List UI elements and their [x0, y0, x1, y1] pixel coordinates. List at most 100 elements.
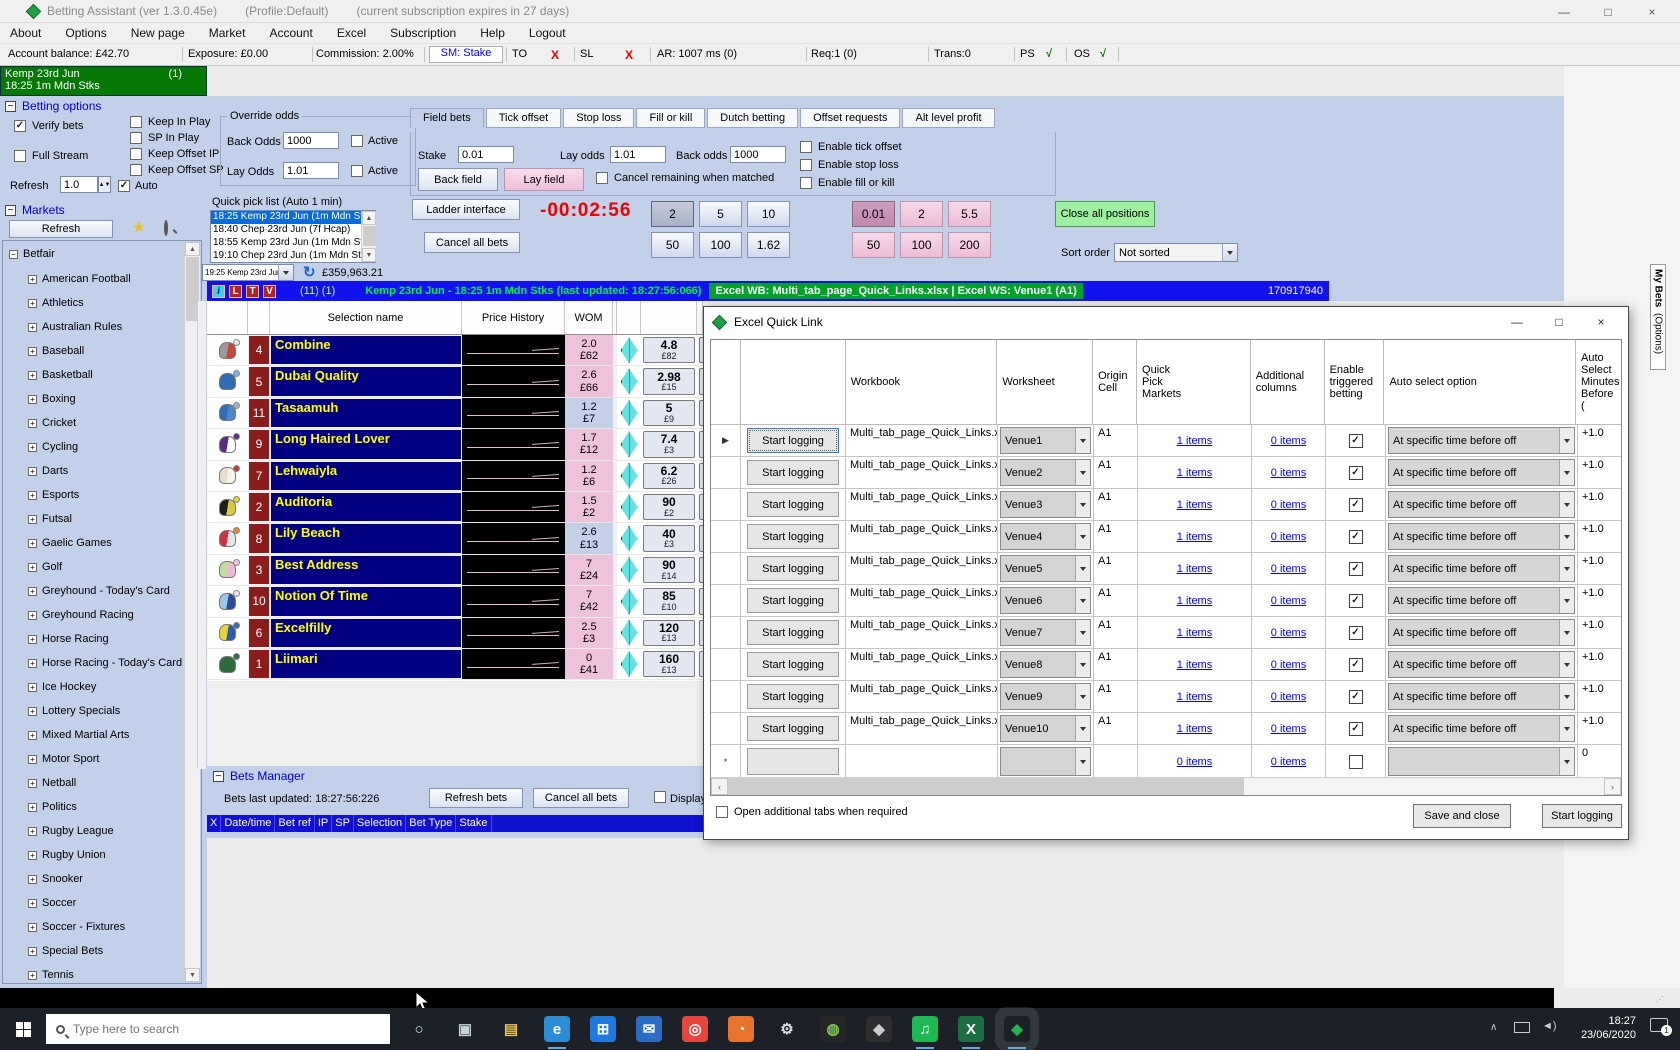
tree-item-label[interactable]: Mixed Martial Arts — [42, 729, 129, 741]
workbook-cell[interactable]: Multi_tab_page_Quick_Links.xlsx — [846, 521, 998, 553]
tab[interactable]: Stop loss — [563, 108, 634, 128]
selection-name[interactable]: Dubai Quality — [270, 366, 462, 396]
worksheet-dropdown[interactable]: Venue3 — [1000, 491, 1091, 518]
start-logging-button[interactable]: Start logging — [747, 556, 839, 581]
open-additional-tabs-option[interactable]: Open additional tabs when required — [716, 806, 908, 818]
additional-columns-link[interactable]: 0 items — [1271, 691, 1306, 703]
notifications-icon[interactable]: 1 — [1650, 1018, 1668, 1032]
empty-button[interactable] — [747, 748, 839, 775]
quick-pick-markets-link[interactable]: 1 items — [1177, 595, 1212, 607]
keep-in-play-checkbox[interactable] — [130, 116, 142, 128]
hedge-diamond-icon[interactable] — [617, 555, 641, 585]
excel-icon[interactable]: X — [958, 1016, 984, 1042]
dropdown-arrow-icon[interactable] — [1075, 716, 1090, 741]
quick-pick-markets-link[interactable]: 1 items — [1177, 531, 1212, 543]
keep-offset-ip-option[interactable]: Keep Offset IP — [130, 148, 219, 160]
auto-select-dropdown[interactable]: At specific time before off — [1388, 587, 1575, 614]
quick-pick-markets-link[interactable]: 1 items — [1177, 627, 1212, 639]
fb-back-odds-input[interactable] — [730, 146, 786, 163]
volume-icon[interactable]: ◄) — [1542, 1020, 1557, 1032]
market-tool-button[interactable]: i — [212, 285, 225, 298]
tab[interactable]: Dutch betting — [707, 108, 798, 128]
origin-cell[interactable]: A1 — [1094, 553, 1138, 585]
additional-columns-link[interactable]: 0 items — [1271, 499, 1306, 511]
tree-item-label[interactable]: Horse Racing — [42, 633, 109, 645]
dropdown-arrow-icon[interactable] — [1559, 524, 1574, 549]
origin-cell[interactable]: A1 — [1094, 681, 1138, 713]
tree-item-label[interactable]: Athletics — [42, 297, 84, 309]
file-explorer-icon[interactable]: ▤ — [498, 1016, 524, 1042]
expand-node-icon[interactable]: + — [28, 851, 37, 860]
selection-name[interactable]: Lily Beach — [270, 523, 462, 553]
tree-item-label[interactable]: Baseball — [42, 345, 84, 357]
auto-option[interactable]: Auto — [118, 180, 158, 192]
lay-preset-button[interactable]: 50 — [852, 232, 895, 258]
worksheet-dropdown[interactable]: Venue1 — [1000, 427, 1091, 454]
selection-name[interactable]: Tasaamuh — [270, 398, 462, 428]
expand-node-icon[interactable]: + — [28, 491, 37, 500]
sort-arrow-icon[interactable] — [1222, 244, 1237, 261]
tree-item-label[interactable]: Ice Hockey — [42, 681, 96, 693]
search-input[interactable] — [73, 1022, 333, 1036]
additional-columns-link[interactable]: 0 items — [1271, 467, 1306, 479]
quick-pick-markets-link[interactable]: 1 items — [1177, 499, 1212, 511]
expand-node-icon[interactable]: + — [28, 971, 37, 980]
tree-item-label[interactable]: Basketball — [42, 369, 93, 381]
tree-item-label[interactable]: Greyhound - Today's Card — [42, 585, 170, 597]
enable-triggered-checkbox[interactable] — [1349, 690, 1363, 704]
lay-active-option[interactable]: Active — [351, 165, 398, 177]
lay-odds-input[interactable] — [283, 162, 339, 179]
enable-triggered-checkbox[interactable] — [1349, 755, 1363, 769]
sort-order-dropdown[interactable]: Not sorted — [1114, 243, 1238, 262]
worksheet-dropdown[interactable]: Venue4 — [1000, 523, 1091, 550]
network-icon[interactable] — [1514, 1022, 1530, 1033]
tray-chevron-icon[interactable]: ∧ — [1490, 1022, 1497, 1033]
expand-node-icon[interactable]: + — [28, 419, 37, 428]
expand-node-icon[interactable]: + — [28, 923, 37, 932]
markets-collapse-icon[interactable]: − — [5, 205, 16, 216]
expand-node-icon[interactable]: + — [28, 323, 37, 332]
back-active-option[interactable]: Active — [351, 135, 398, 147]
dropdown-arrow-icon[interactable] — [1559, 716, 1574, 741]
enable-stop-loss-checkbox[interactable] — [800, 159, 812, 171]
expand-node-icon[interactable]: + — [28, 587, 37, 596]
keep-offset-ip-checkbox[interactable] — [130, 148, 142, 160]
expand-node-icon[interactable]: + — [28, 371, 37, 380]
dropdown-arrow-icon[interactable] — [1075, 652, 1090, 677]
expand-node-icon[interactable]: + — [28, 707, 37, 716]
dropdown-arrow-icon[interactable] — [1559, 748, 1574, 775]
lay-preset-button[interactable]: 2 — [900, 201, 943, 227]
tree-item-label[interactable]: Motor Sport — [42, 753, 99, 765]
workbook-cell[interactable]: Multi_tab_page_Quick_Links.xlsx — [846, 457, 998, 489]
expand-node-icon[interactable]: + — [28, 611, 37, 620]
quick-pick-markets-link[interactable]: 1 items — [1177, 723, 1212, 735]
tree-item-label[interactable]: Cycling — [42, 441, 78, 453]
enable-triggered-checkbox[interactable] — [1349, 530, 1363, 544]
back-price-cell[interactable]: 2.98£15 — [641, 366, 697, 396]
lay-preset-button[interactable]: 5.5 — [948, 201, 991, 227]
origin-cell[interactable]: A1 — [1094, 617, 1138, 649]
minimize-button[interactable]: — — [1542, 0, 1586, 23]
auto-select-dropdown[interactable]: At specific time before off — [1388, 619, 1575, 646]
expand-node-icon[interactable]: + — [28, 539, 37, 548]
quick-pick-combo[interactable]: 19:25 Kemp 23rd Jun (1m Hcap) — [202, 264, 294, 281]
combo-arrow-icon[interactable] — [278, 265, 293, 280]
betting-assistant-icon[interactable]: ◆ — [1004, 1016, 1030, 1042]
origin-cell[interactable]: A1 — [1094, 425, 1138, 457]
hedge-diamond-icon[interactable] — [617, 523, 641, 553]
menu-item[interactable]: Excel — [337, 26, 366, 40]
fb-lay-odds-input[interactable] — [610, 146, 666, 163]
back-price-cell[interactable]: 160£13 — [641, 649, 697, 679]
start-logging-button[interactable]: Start logging — [747, 460, 839, 485]
start-logging-button[interactable]: Start logging — [747, 524, 839, 549]
stake-preset-button[interactable]: 5 — [699, 201, 742, 227]
task-view-icon[interactable]: ▣ — [452, 1016, 478, 1042]
tree-root[interactable]: − Betfair — [3, 241, 201, 267]
worksheet-dropdown[interactable]: Venue8 — [1000, 651, 1091, 678]
origin-cell[interactable] — [1094, 745, 1138, 779]
enable-triggered-checkbox[interactable] — [1349, 498, 1363, 512]
tree-item-label[interactable]: Esports — [42, 489, 79, 501]
dialog-close-button[interactable]: × — [1582, 311, 1620, 333]
origin-cell[interactable]: A1 — [1094, 649, 1138, 681]
enable-tick-offset-option[interactable]: Enable tick offset — [800, 141, 902, 153]
